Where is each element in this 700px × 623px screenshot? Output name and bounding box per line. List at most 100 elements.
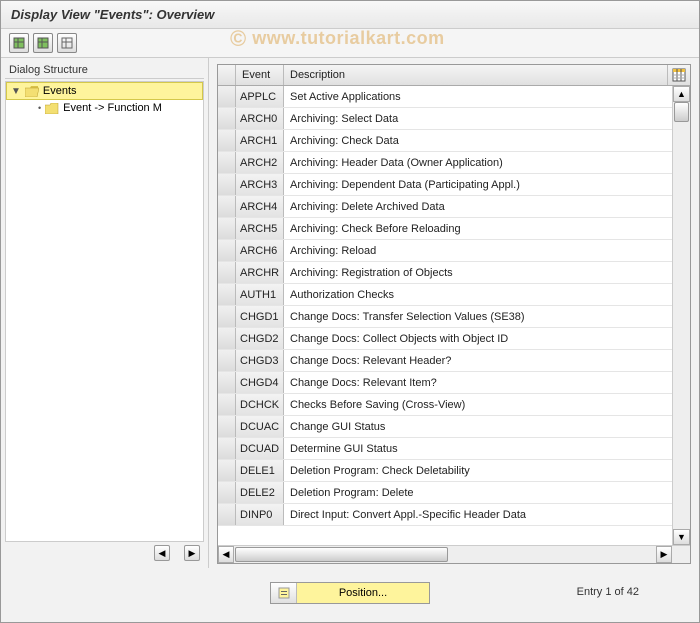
vscroll-track[interactable] <box>673 102 690 529</box>
description-cell: Archiving: Select Data <box>284 108 690 129</box>
description-cell: Determine GUI Status <box>284 438 690 459</box>
table-row[interactable]: DCUACChange GUI Status <box>218 416 690 438</box>
description-cell: Change Docs: Relevant Item? <box>284 372 690 393</box>
description-cell: Archiving: Check Before Reloading <box>284 218 690 239</box>
description-cell: Archiving: Delete Archived Data <box>284 196 690 217</box>
table-vscroll[interactable]: ▲ ▼ <box>672 86 690 545</box>
event-cell: ARCH4 <box>236 196 284 217</box>
event-cell: CHGD3 <box>236 350 284 371</box>
toolbar <box>1 29 699 58</box>
table-row[interactable]: ARCH3Archiving: Dependent Data (Particip… <box>218 174 690 196</box>
configure-columns-button[interactable] <box>668 65 690 85</box>
row-selector[interactable] <box>218 504 236 525</box>
column-header-description[interactable]: Description <box>284 65 668 85</box>
row-selector[interactable] <box>218 394 236 415</box>
event-cell: ARCHR <box>236 262 284 283</box>
row-selector[interactable] <box>218 196 236 217</box>
table-header: Event Description <box>218 65 690 86</box>
toolbar-btn-2[interactable] <box>33 33 53 53</box>
row-selector[interactable] <box>218 86 236 107</box>
dialog-structure-panel: Dialog Structure ▼ Events • Event -> Fun… <box>1 58 209 568</box>
vscroll-thumb[interactable] <box>674 102 689 122</box>
row-selector[interactable] <box>218 438 236 459</box>
row-selector[interactable] <box>218 416 236 437</box>
event-cell: APPLC <box>236 86 284 107</box>
table-row[interactable]: AUTH1Authorization Checks <box>218 284 690 306</box>
description-cell: Archiving: Check Data <box>284 130 690 151</box>
page-title: Display View "Events": Overview <box>1 1 699 29</box>
scroll-down-icon[interactable]: ▼ <box>673 529 690 545</box>
scroll-right-icon[interactable]: ▶ <box>656 546 672 563</box>
row-selector[interactable] <box>218 460 236 481</box>
row-selector[interactable] <box>218 130 236 151</box>
row-selector[interactable] <box>218 482 236 503</box>
row-selector[interactable] <box>218 218 236 239</box>
position-button[interactable]: Position... <box>270 582 430 604</box>
row-selector[interactable] <box>218 174 236 195</box>
event-cell: ARCH2 <box>236 152 284 173</box>
event-cell: ARCH5 <box>236 218 284 239</box>
tree-item-label: Event -> Function M <box>63 102 162 114</box>
column-header-event[interactable]: Event <box>236 65 284 85</box>
event-cell: AUTH1 <box>236 284 284 305</box>
row-selector[interactable] <box>218 328 236 349</box>
table-row[interactable]: ARCH0Archiving: Select Data <box>218 108 690 130</box>
scroll-left-icon[interactable]: ◀ <box>218 546 234 563</box>
position-icon <box>271 583 297 603</box>
table-row[interactable]: ARCH6Archiving: Reload <box>218 240 690 262</box>
table-row[interactable]: DELE2Deletion Program: Delete <box>218 482 690 504</box>
table-row[interactable]: CHGD4Change Docs: Relevant Item? <box>218 372 690 394</box>
table-row[interactable]: ARCH5Archiving: Check Before Reloading <box>218 218 690 240</box>
description-cell: Authorization Checks <box>284 284 690 305</box>
event-cell: DCUAC <box>236 416 284 437</box>
event-cell: DELE1 <box>236 460 284 481</box>
description-cell: Deletion Program: Check Deletability <box>284 460 690 481</box>
row-selector[interactable] <box>218 350 236 371</box>
row-selector[interactable] <box>218 306 236 327</box>
bullet-icon: • <box>38 103 41 113</box>
toolbar-btn-1[interactable] <box>9 33 29 53</box>
tree-item-events[interactable]: ▼ Events <box>6 82 203 100</box>
table-row[interactable]: DINP0Direct Input: Convert Appl.-Specifi… <box>218 504 690 526</box>
sidebar-title: Dialog Structure <box>5 62 204 79</box>
row-selector[interactable] <box>218 240 236 261</box>
event-cell: ARCH0 <box>236 108 284 129</box>
event-cell: ARCH1 <box>236 130 284 151</box>
scroll-right-icon[interactable]: ▶ <box>184 545 200 561</box>
row-selector[interactable] <box>218 372 236 393</box>
entry-count-text: Entry 1 of 42 <box>577 586 639 598</box>
description-cell: Change Docs: Relevant Header? <box>284 350 690 371</box>
table-row[interactable]: ARCH2Archiving: Header Data (Owner Appli… <box>218 152 690 174</box>
row-selector[interactable] <box>218 152 236 173</box>
table-hscroll[interactable]: ◀ ▶ <box>218 545 690 563</box>
scroll-left-icon[interactable]: ◀ <box>154 545 170 561</box>
event-cell: CHGD1 <box>236 306 284 327</box>
hscroll-track[interactable] <box>234 546 656 563</box>
expand-icon[interactable]: ▼ <box>11 86 21 97</box>
table-settings-icon <box>672 68 686 82</box>
row-selector[interactable] <box>218 108 236 129</box>
table-row[interactable]: CHGD3Change Docs: Relevant Header? <box>218 350 690 372</box>
scroll-up-icon[interactable]: ▲ <box>673 86 690 102</box>
table-row[interactable]: DCHCKChecks Before Saving (Cross-View) <box>218 394 690 416</box>
table-row[interactable]: ARCH1Archiving: Check Data <box>218 130 690 152</box>
table-row[interactable]: ARCH4Archiving: Delete Archived Data <box>218 196 690 218</box>
tree-item-event-function[interactable]: • Event -> Function M <box>6 100 203 116</box>
row-selector[interactable] <box>218 262 236 283</box>
description-cell: Checks Before Saving (Cross-View) <box>284 394 690 415</box>
description-cell: Deletion Program: Delete <box>284 482 690 503</box>
table-row[interactable]: APPLCSet Active Applications <box>218 86 690 108</box>
event-cell: DINP0 <box>236 504 284 525</box>
event-cell: DCHCK <box>236 394 284 415</box>
select-column-header[interactable] <box>218 65 236 85</box>
description-cell: Direct Input: Convert Appl.-Specific Hea… <box>284 504 690 525</box>
table-row[interactable]: ARCHRArchiving: Registration of Objects <box>218 262 690 284</box>
table-row[interactable]: DELE1Deletion Program: Check Deletabilit… <box>218 460 690 482</box>
table-row[interactable]: CHGD1Change Docs: Transfer Selection Val… <box>218 306 690 328</box>
footer: Position... Entry 1 of 42 <box>1 568 699 618</box>
table-row[interactable]: DCUADDetermine GUI Status <box>218 438 690 460</box>
table-row[interactable]: CHGD2Change Docs: Collect Objects with O… <box>218 328 690 350</box>
description-cell: Change Docs: Collect Objects with Object… <box>284 328 690 349</box>
toolbar-btn-3[interactable] <box>57 33 77 53</box>
row-selector[interactable] <box>218 284 236 305</box>
